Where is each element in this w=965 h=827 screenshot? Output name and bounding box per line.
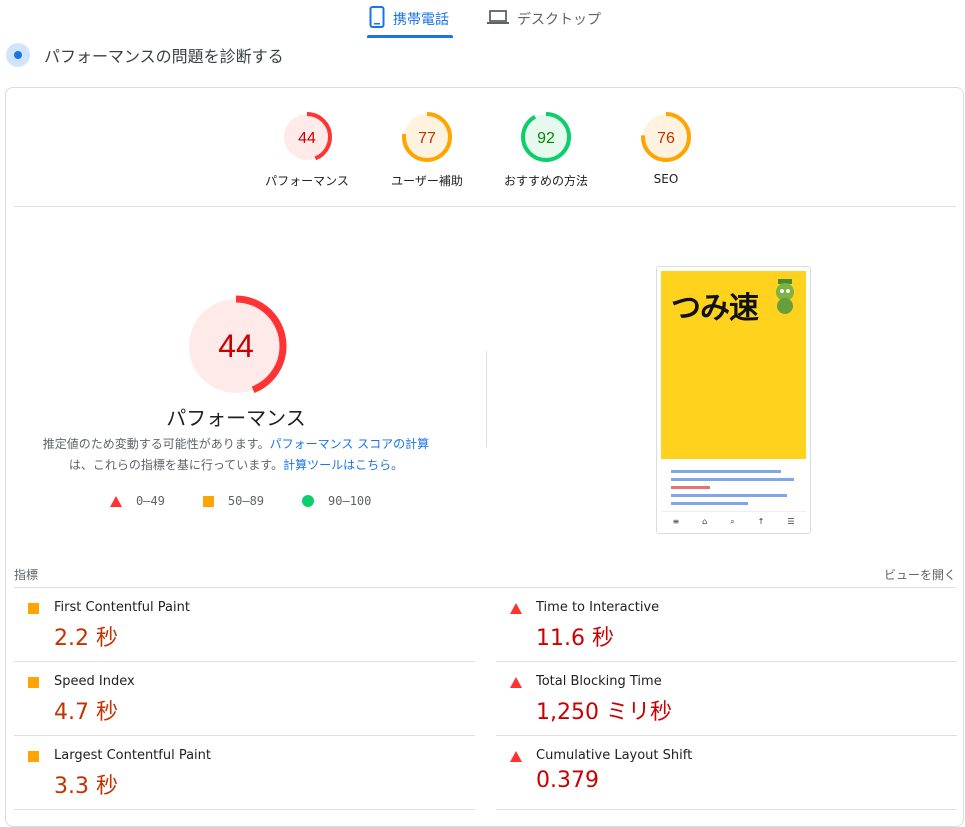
performance-title: パフォーマンス bbox=[166, 406, 306, 430]
report-card: 44 パフォーマンス 77 ユーザー補助 92 おすすめの方法 76 SEO 4… bbox=[5, 87, 964, 827]
fail-triangle-icon bbox=[510, 677, 522, 688]
metric-name: Total Blocking Time bbox=[536, 674, 662, 689]
gauge-label: SEO bbox=[653, 172, 679, 186]
metric-value: 2.2 秒 bbox=[54, 626, 118, 651]
average-square-icon bbox=[28, 751, 39, 762]
gauge-accessibility[interactable]: 77 ユーザー補助 bbox=[362, 111, 492, 189]
square-icon bbox=[202, 495, 214, 507]
svg-text:76: 76 bbox=[657, 130, 675, 147]
gauge-label: おすすめの方法 bbox=[503, 174, 588, 188]
performance-score-value: 44 bbox=[218, 328, 254, 364]
tab-desktop-label: デスクトップ bbox=[517, 12, 601, 28]
tab-mobile[interactable]: 携帯電話 bbox=[369, 0, 449, 38]
score-calc-link[interactable]: パフォーマンス スコアの計算 bbox=[270, 437, 430, 451]
metrics-heading: 指標 bbox=[14, 568, 39, 582]
performance-description: 推定値のため変動する可能性があります。パフォーマンス スコアの計算 は、これらの… bbox=[26, 434, 446, 476]
svg-text:44: 44 bbox=[298, 130, 316, 147]
desc-text: は、これらの指標を基に行っています。 bbox=[68, 458, 284, 472]
divider bbox=[486, 351, 487, 447]
metric-name: Speed Index bbox=[54, 674, 135, 689]
active-tab-indicator bbox=[367, 35, 453, 38]
arrow-up-icon: ↑ bbox=[757, 517, 765, 526]
gauge-ring: 92 bbox=[521, 112, 571, 162]
metric-fcp: First Contentful Paint 2.2 秒 bbox=[14, 588, 475, 662]
average-square-icon bbox=[28, 603, 39, 614]
metric-value: 3.3 秒 bbox=[54, 774, 118, 799]
category-gauges: 44 パフォーマンス 77 ユーザー補助 92 おすすめの方法 76 SEO bbox=[14, 88, 956, 207]
circle-icon bbox=[302, 495, 315, 507]
metrics-header: 指標 ビューを開く bbox=[14, 562, 956, 588]
tab-mobile-label: 携帯電話 bbox=[393, 12, 449, 28]
gauge-seo[interactable]: 76 SEO bbox=[601, 111, 731, 186]
calculator-link[interactable]: 計算ツールはこちら。 bbox=[283, 458, 403, 472]
performance-score-gauge: 44 bbox=[181, 291, 291, 401]
gauge-ring: 44 bbox=[282, 112, 332, 162]
metric-value: 0.379 bbox=[536, 768, 599, 793]
metric-value: 1,250 ミリ秒 bbox=[536, 700, 672, 725]
desc-text: 推定値のため変動する可能性があります。 bbox=[42, 437, 270, 451]
page-screenshot[interactable]: つみ速 ≡ ⌂ ⌕ ↑ ☰ bbox=[656, 266, 811, 534]
metric-speed-index: Speed Index 4.7 秒 bbox=[14, 662, 475, 736]
metric-name: First Contentful Paint bbox=[54, 600, 190, 615]
legend-fail: 0–49 bbox=[110, 494, 165, 508]
fail-triangle-icon bbox=[510, 751, 522, 762]
device-tabs: 携帯電話 デスクトップ bbox=[0, 0, 965, 40]
page-title-text: パフォーマンスの問題を診断する bbox=[44, 47, 284, 66]
svg-text:77: 77 bbox=[418, 130, 436, 147]
svg-text:92: 92 bbox=[537, 130, 555, 147]
metric-lcp: Largest Contentful Paint 3.3 秒 bbox=[14, 736, 475, 810]
gauge-ring: 77 bbox=[402, 112, 452, 162]
diagnose-icon bbox=[6, 43, 30, 67]
gauge-best-practices[interactable]: 92 おすすめの方法 bbox=[481, 111, 611, 189]
average-square-icon bbox=[28, 677, 39, 688]
legend-label: 90–100 bbox=[328, 494, 372, 508]
metric-cls: Cumulative Layout Shift 0.379 bbox=[496, 736, 957, 810]
metric-name: Largest Contentful Paint bbox=[54, 748, 212, 763]
search-icon: ⌕ bbox=[730, 516, 735, 526]
metric-value: 4.7 秒 bbox=[54, 700, 118, 725]
legend-average: 50–89 bbox=[202, 494, 265, 508]
gauge-performance[interactable]: 44 パフォーマンス bbox=[242, 111, 372, 189]
gauge-label: パフォーマンス bbox=[265, 174, 349, 188]
laptop-icon bbox=[487, 9, 509, 29]
gauge-label: ユーザー補助 bbox=[391, 174, 463, 188]
metric-name: Time to Interactive bbox=[536, 600, 660, 615]
open-view-toggle[interactable]: ビューを開く bbox=[884, 566, 956, 583]
metric-tbt: Total Blocking Time 1,250 ミリ秒 bbox=[496, 662, 957, 736]
legend-pass: 90–100 bbox=[302, 494, 371, 508]
legend-label: 0–49 bbox=[136, 494, 165, 508]
metric-value: 11.6 秒 bbox=[536, 626, 614, 651]
page-title: パフォーマンスの問題を診断する bbox=[6, 41, 284, 69]
triangle-icon bbox=[110, 495, 122, 507]
screenshot-hero: つみ速 bbox=[661, 271, 806, 459]
smartphone-icon bbox=[369, 6, 385, 32]
score-legend: 0–49 50–89 90–100 bbox=[110, 494, 409, 508]
legend-label: 50–89 bbox=[227, 494, 265, 508]
tab-desktop[interactable]: デスクトップ bbox=[487, 0, 601, 38]
home-icon: ⌂ bbox=[702, 517, 708, 526]
screenshot-nav: ≡ ⌂ ⌕ ↑ ☰ bbox=[661, 511, 806, 531]
menu-icon: ≡ bbox=[672, 517, 680, 526]
mascot-icon bbox=[776, 279, 794, 314]
metric-name: Cumulative Layout Shift bbox=[536, 748, 693, 763]
fail-triangle-icon bbox=[510, 603, 522, 614]
metric-tti: Time to Interactive 11.6 秒 bbox=[496, 588, 957, 662]
list-icon: ☰ bbox=[787, 517, 795, 526]
gauge-ring: 76 bbox=[641, 112, 691, 162]
site-logo: つみ速 bbox=[671, 291, 759, 326]
screenshot-list bbox=[661, 459, 806, 511]
